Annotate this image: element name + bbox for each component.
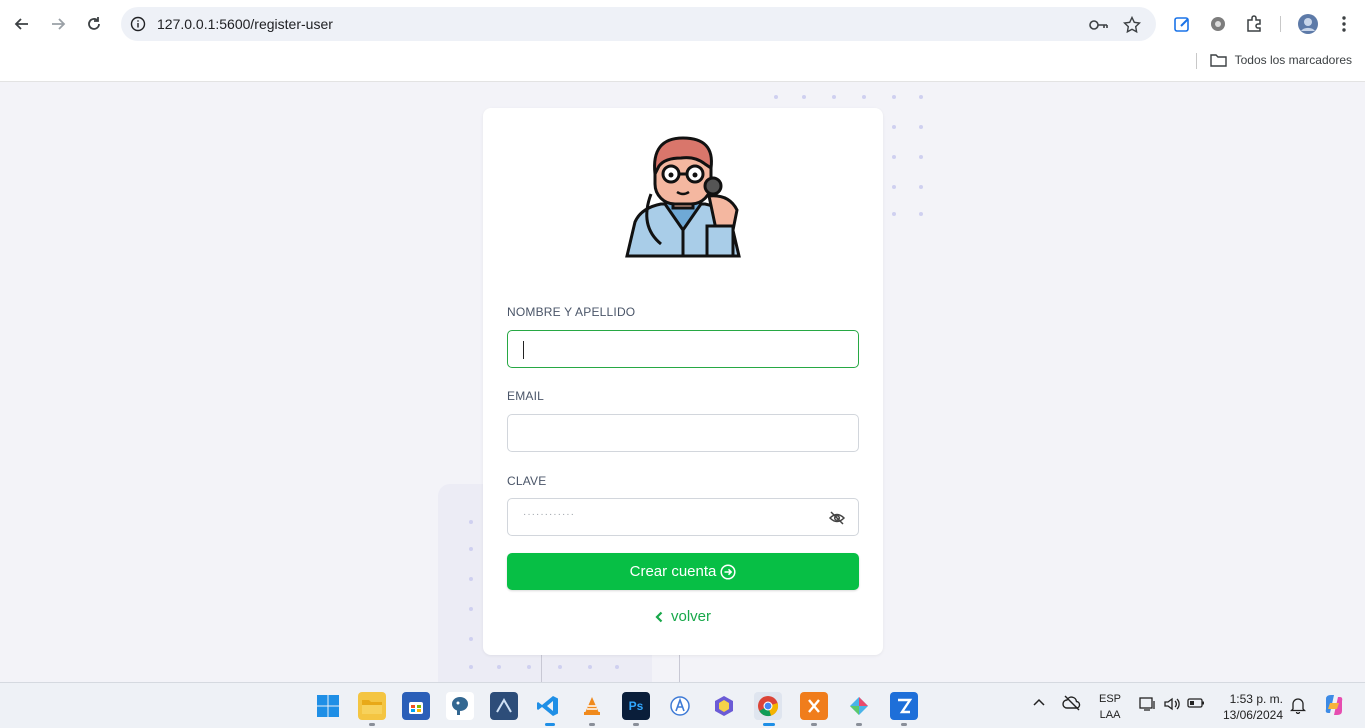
back-link[interactable]: volver [483,608,883,625]
windows-start-icon[interactable] [314,692,342,720]
chevron-left-icon [655,611,663,622]
url-text[interactable]: 127.0.0.1:5600/register-user [157,16,333,32]
chrome-icon[interactable] [754,692,782,720]
decorative-line [679,655,680,682]
mysql-workbench-icon[interactable] [490,692,518,720]
back-label: volver [670,608,711,625]
notification-bell-icon[interactable] [1289,696,1307,717]
edit-extension-icon[interactable] [1170,12,1194,36]
app-running-indicator [589,723,595,726]
network-icon[interactable] [1139,696,1157,715]
chevron-up-icon[interactable] [1033,697,1045,709]
profile-avatar[interactable] [1296,12,1320,36]
bookmarks-divider [1196,53,1197,69]
volume-icon[interactable] [1163,696,1181,715]
name-input[interactable] [507,330,859,368]
hexagon-app-icon[interactable] [710,692,738,720]
copilot-icon[interactable] [1322,693,1346,720]
password-input[interactable]: ············ [507,498,859,536]
file-explorer-icon[interactable] [358,692,386,720]
app-running-indicator [763,723,775,726]
clock-time: 1:53 p. m. [1229,692,1283,706]
bookmark-star-icon[interactable] [1122,15,1142,35]
android-studio-icon[interactable] [666,692,694,720]
site-info-icon[interactable] [129,15,147,33]
bookmarks-label: Todos los marcadores [1234,53,1352,67]
create-account-button[interactable]: Crear cuenta [507,553,859,590]
toolbar-divider [1280,16,1281,32]
address-bar[interactable]: 127.0.0.1:5600/register-user [121,7,1156,41]
decorative-line [541,655,542,682]
battery-icon[interactable] [1187,697,1205,712]
password-mask: ············ [523,509,575,520]
arrow-circle-right-icon [720,563,736,580]
vscode-icon[interactable] [534,692,562,720]
keyboard-layout: LAA [1099,709,1121,721]
text-cursor [523,341,524,359]
folder-icon [1209,53,1227,67]
language-indicator[interactable]: ESP LAA [1099,691,1121,723]
forward-arrow-icon[interactable] [46,12,70,36]
app-running-indicator [545,723,555,726]
cloud-offline-icon[interactable] [1062,695,1082,714]
settings-extension-icon[interactable] [1206,12,1230,36]
browser-toolbar: 127.0.0.1:5600/register-user Todos los m… [0,0,1365,82]
vlc-icon[interactable] [578,692,606,720]
postgresql-icon[interactable] [446,692,474,720]
microsoft-store-icon[interactable] [402,692,430,720]
app-running-indicator [856,723,862,726]
xampp-icon[interactable] [800,692,828,720]
taskbar: Ps ESP LAA 1:53 p. m. 13/06/2024 [0,682,1365,728]
all-bookmarks-button[interactable]: Todos los marcadores [1209,53,1352,67]
doctor-avatar-illustration [625,136,741,258]
app-running-indicator [811,723,817,726]
email-label: EMAIL [507,389,545,403]
name-label: NOMBRE Y APELLIDO [507,305,636,319]
photoshop-icon[interactable]: Ps [622,692,650,720]
app-running-indicator [369,723,375,726]
password-label: CLAVE [507,474,547,488]
email-input[interactable] [507,414,859,452]
app-running-indicator [901,723,907,726]
eye-slash-icon[interactable] [828,510,846,526]
app-running-indicator [633,723,639,726]
key-icon[interactable] [1089,15,1109,35]
create-account-label: Crear cuenta [629,563,717,580]
filezilla-icon[interactable] [890,692,918,720]
back-arrow-icon[interactable] [10,12,34,36]
register-card: NOMBRE Y APELLIDO EMAIL CLAVE ··········… [483,108,883,655]
menu-kebab-icon[interactable] [1332,12,1356,36]
language-code: ESP [1099,693,1122,705]
clock-date: 13/06/2024 [1222,708,1283,722]
extensions-puzzle-icon[interactable] [1242,12,1266,36]
diamond-app-icon[interactable] [845,692,873,720]
reload-icon[interactable] [82,12,106,36]
clock[interactable]: 1:53 p. m. 13/06/2024 [1223,691,1283,723]
